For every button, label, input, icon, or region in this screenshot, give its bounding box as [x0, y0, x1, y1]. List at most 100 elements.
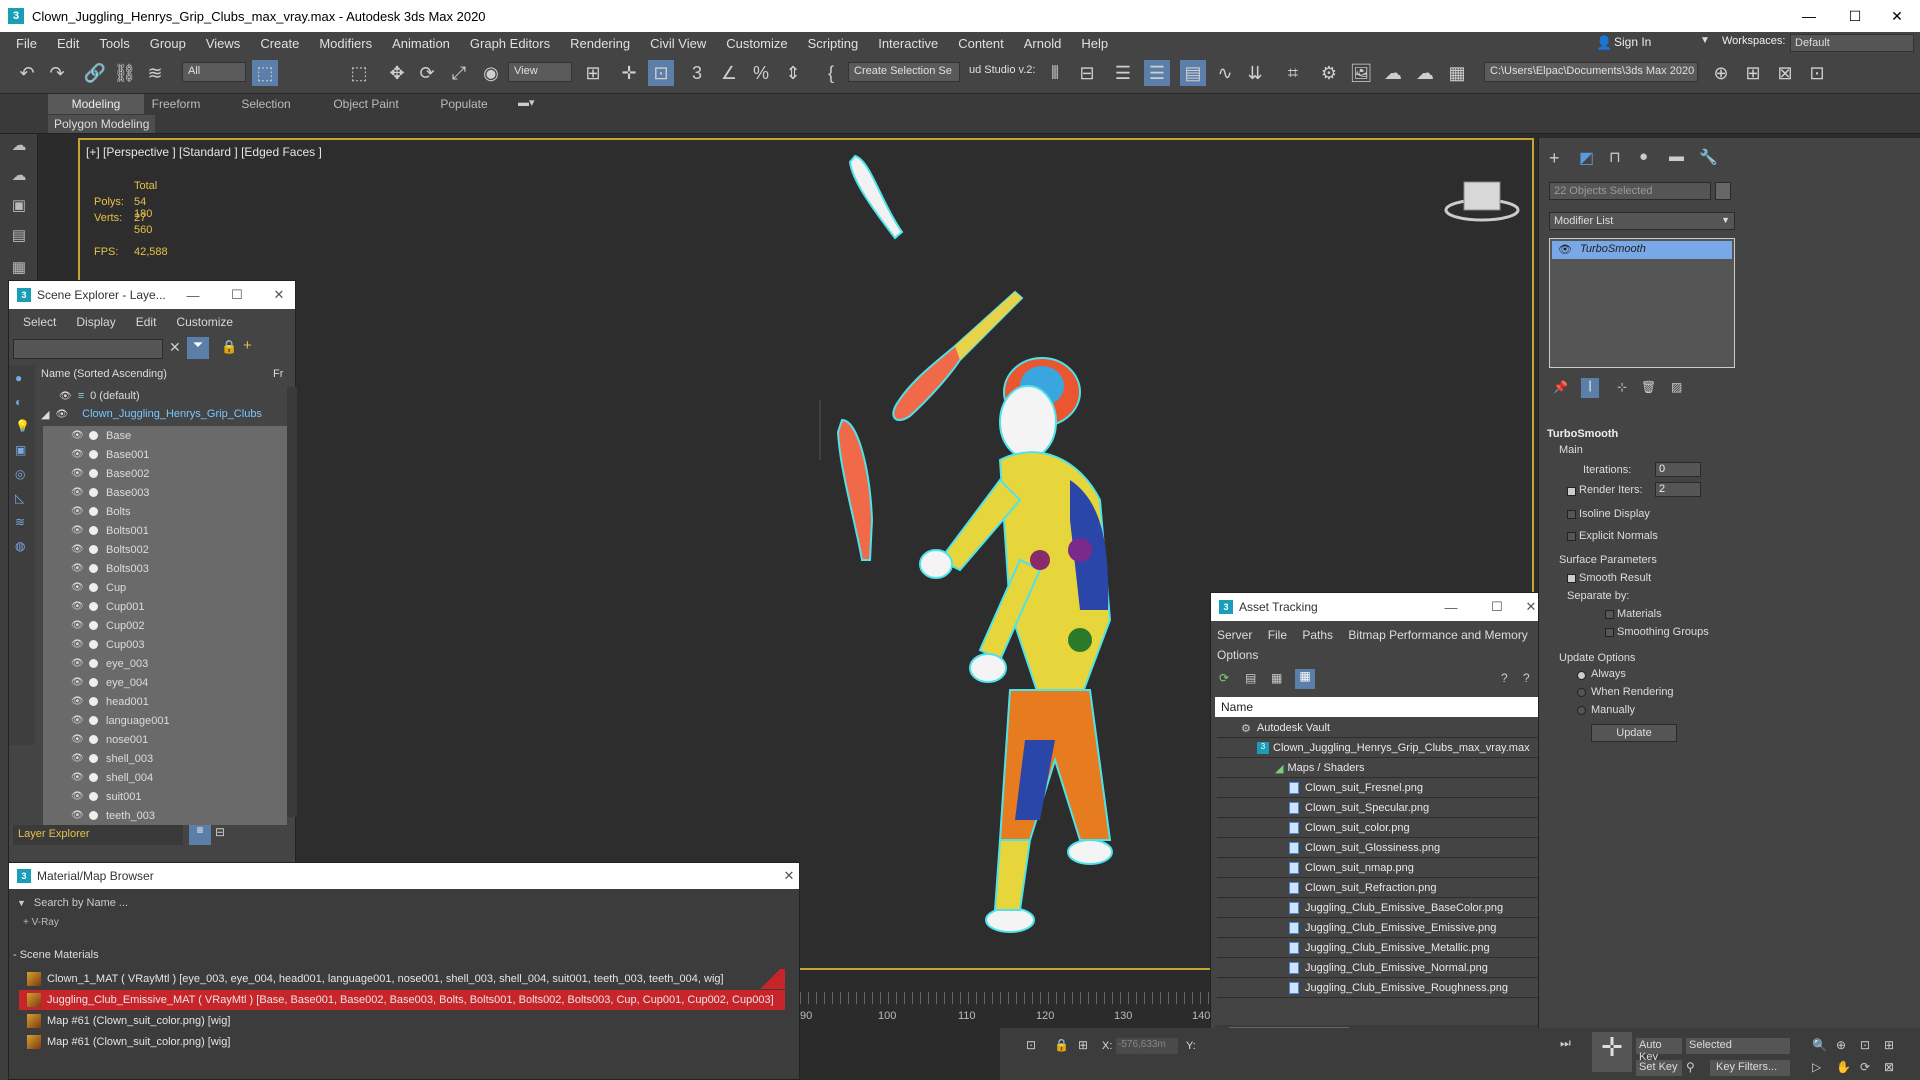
asset-name-column-header[interactable]: Name — [1215, 697, 1543, 717]
scale-icon[interactable]: ⤢ — [446, 60, 472, 86]
asset-library-icon[interactable]: ▦ — [1444, 60, 1470, 86]
menu-civil-view[interactable]: Civil View — [640, 36, 716, 51]
expand-icon[interactable]: ◢ — [41, 408, 49, 421]
selection-lock-icon[interactable]: 🔒 — [1054, 1038, 1069, 1052]
zoom-extents-all-icon[interactable]: ⊞ — [1884, 1038, 1894, 1052]
menu-file[interactable]: File — [6, 36, 47, 51]
scene-object-row[interactable]: 👁 Base001 — [43, 445, 287, 464]
scene-object-row[interactable]: 👁 suit001 — [43, 787, 287, 806]
asset-file-row[interactable]: Clown_suit_Refraction.png — [1217, 879, 1541, 898]
table-icon[interactable]: ▦ — [7, 256, 31, 278]
menu-display[interactable]: Display — [76, 315, 115, 329]
unlink-icon[interactable]: ⛓ — [112, 60, 138, 86]
selection-filter-dropdown[interactable]: All — [182, 62, 246, 82]
absolute-mode-icon[interactable]: ⊞ — [1078, 1038, 1088, 1052]
viewport-label[interactable]: [+] [Perspective ] [Standard ] [Edged Fa… — [86, 145, 322, 159]
help-icon[interactable]: ? — [1501, 671, 1508, 685]
eye-icon[interactable]: 👁 — [55, 409, 68, 420]
eye-icon[interactable]: 👁 — [71, 449, 85, 460]
scene-object-row[interactable]: 👁 Cup002 — [43, 616, 287, 635]
scene-explorer-icon[interactable]: ▤ — [1180, 60, 1206, 86]
move-icon[interactable]: ✥ — [384, 60, 410, 86]
asset-file-row[interactable]: Juggling_Club_Emissive_BaseColor.png — [1217, 899, 1541, 918]
render-toggle-icon[interactable] — [89, 640, 98, 649]
tab-populate[interactable]: Populate — [416, 94, 512, 114]
render-toggle-icon[interactable] — [89, 735, 98, 744]
x-coordinate-field[interactable]: -576,633m — [1116, 1038, 1178, 1054]
create-icon[interactable]: ☁ — [7, 134, 31, 156]
isolate-selection-icon[interactable]: ⊡ — [1026, 1038, 1036, 1052]
asset-file-row[interactable]: Clown_suit_color.png — [1217, 819, 1541, 838]
render-toggle-icon[interactable] — [89, 716, 98, 725]
scene-object-row[interactable]: 👁 Base003 — [43, 483, 287, 502]
schematic-view-icon[interactable]: ⇊ — [1242, 60, 1268, 86]
redo-icon[interactable]: ↷ — [44, 60, 70, 86]
material-search-bar[interactable]: ▼ Search by Name ... — [9, 893, 801, 913]
layer-manager-icon[interactable]: ☰ — [1110, 60, 1136, 86]
scene-materials-section[interactable]: - Scene Materials — [13, 949, 99, 961]
display-panel-icon[interactable]: ▣ — [7, 194, 31, 216]
render-toggle-icon[interactable] — [89, 678, 98, 687]
hierarchy-icon[interactable]: ⊟ — [215, 825, 225, 839]
spinner-snap-icon[interactable]: ⇕ — [780, 60, 806, 86]
menu-paths[interactable]: Paths — [1302, 628, 1333, 642]
render-toggle-icon[interactable] — [89, 526, 98, 535]
key-filters-button[interactable]: Key Filters... — [1710, 1060, 1790, 1076]
render-toggle-icon[interactable] — [89, 583, 98, 592]
make-unique-icon[interactable]: ⊹ — [1617, 380, 1627, 394]
menu-help[interactable]: Help — [1071, 36, 1118, 51]
eye-icon[interactable]: 👁 — [71, 525, 85, 536]
user-icon[interactable]: 👤 — [1596, 35, 1612, 51]
render-toggle-icon[interactable] — [89, 564, 98, 573]
menu-arnold[interactable]: Arnold — [1014, 36, 1072, 51]
scene-object-row[interactable]: 👁 Bolts002 — [43, 540, 287, 559]
menu-create[interactable]: Create — [250, 36, 309, 51]
zoom-all-icon[interactable]: ⊕ — [1836, 1038, 1846, 1052]
menu-server[interactable]: Server — [1217, 628, 1252, 642]
asset-file-row[interactable]: Clown_suit_Glossiness.png — [1217, 839, 1541, 858]
modifier-stack[interactable]: 👁 TurboSmooth — [1549, 238, 1735, 368]
layers-icon[interactable]: ≡ — [189, 823, 211, 845]
material-browser-titlebar[interactable]: 3 Material/Map Browser ✕ — [9, 863, 799, 889]
bind-space-warp-icon[interactable]: ≋ — [142, 60, 168, 86]
eye-icon[interactable]: 👁 — [59, 391, 72, 402]
render-toggle-icon[interactable] — [89, 488, 98, 497]
iterations-spinner[interactable]: 0 — [1655, 462, 1701, 477]
eye-icon[interactable]: 👁 — [71, 791, 85, 802]
create-tab-icon[interactable]: + — [1549, 148, 1560, 169]
select-object-icon[interactable]: ⬚ — [252, 60, 278, 86]
snaps-toggle-icon[interactable]: 3 — [684, 60, 710, 86]
scene-object-row[interactable]: 👁 shell_004 — [43, 768, 287, 787]
asset-tracking-titlebar[interactable]: 3 Asset Tracking — ☐ ✕ — [1211, 593, 1545, 621]
material-row[interactable]: Map #61 (Clown_suit_color.png) [wig] — [19, 1011, 785, 1031]
vault-row[interactable]: ⚙ Autodesk Vault — [1217, 719, 1541, 738]
zoom-extents-icon[interactable]: ⊡ — [1860, 1038, 1870, 1052]
layer-explorer-dropdown[interactable]: Layer Explorer — [13, 825, 183, 845]
eye-icon[interactable]: 👁 — [71, 715, 85, 726]
menu-bitmap-performance[interactable]: Bitmap Performance and Memory — [1348, 628, 1527, 642]
asset-file-row[interactable]: Clown_suit_Specular.png — [1217, 799, 1541, 818]
clear-search-icon[interactable]: ✕ — [169, 339, 181, 356]
asset-file-row[interactable]: Juggling_Club_Emissive_Roughness.png — [1217, 979, 1541, 998]
display-tab-icon[interactable]: ▬ — [1669, 148, 1684, 165]
layer-default-row[interactable]: 👁 ≡ 0 (default) — [37, 387, 285, 405]
display-helpers-icon[interactable]: ◎ — [15, 467, 25, 481]
smooth-result-checkbox[interactable] — [1567, 574, 1576, 583]
material-row[interactable]: Map #61 (Clown_suit_color.png) [wig] — [19, 1032, 785, 1052]
display-bones-icon[interactable]: ◍ — [15, 539, 25, 553]
render-in-cloud-icon[interactable]: ☁ — [1412, 60, 1438, 86]
close-button[interactable]: ✕ — [769, 863, 809, 889]
group-row[interactable]: ◢ 👁 Clown_Juggling_Henrys_Grip_Clubs — [37, 405, 285, 423]
scene-object-row[interactable]: 👁 Cup — [43, 578, 287, 597]
menu-interactive[interactable]: Interactive — [868, 36, 948, 51]
utilities-tab-icon[interactable]: 🔧 — [1699, 148, 1718, 166]
remove-modifier-icon[interactable]: 🗑 — [1641, 380, 1656, 394]
new-project-icon[interactable]: ⊠ — [1772, 60, 1798, 86]
scene-search-input[interactable] — [13, 339, 163, 359]
configure-sets-icon[interactable]: ▨ — [1671, 380, 1682, 394]
undo-icon[interactable]: ↶ — [14, 60, 40, 86]
menu-graph-editors[interactable]: Graph Editors — [460, 36, 560, 51]
menu-content[interactable]: Content — [948, 36, 1014, 51]
modifier-list-dropdown[interactable]: Modifier List ▼ — [1549, 212, 1735, 230]
eye-icon[interactable]: 👁 — [71, 677, 85, 688]
